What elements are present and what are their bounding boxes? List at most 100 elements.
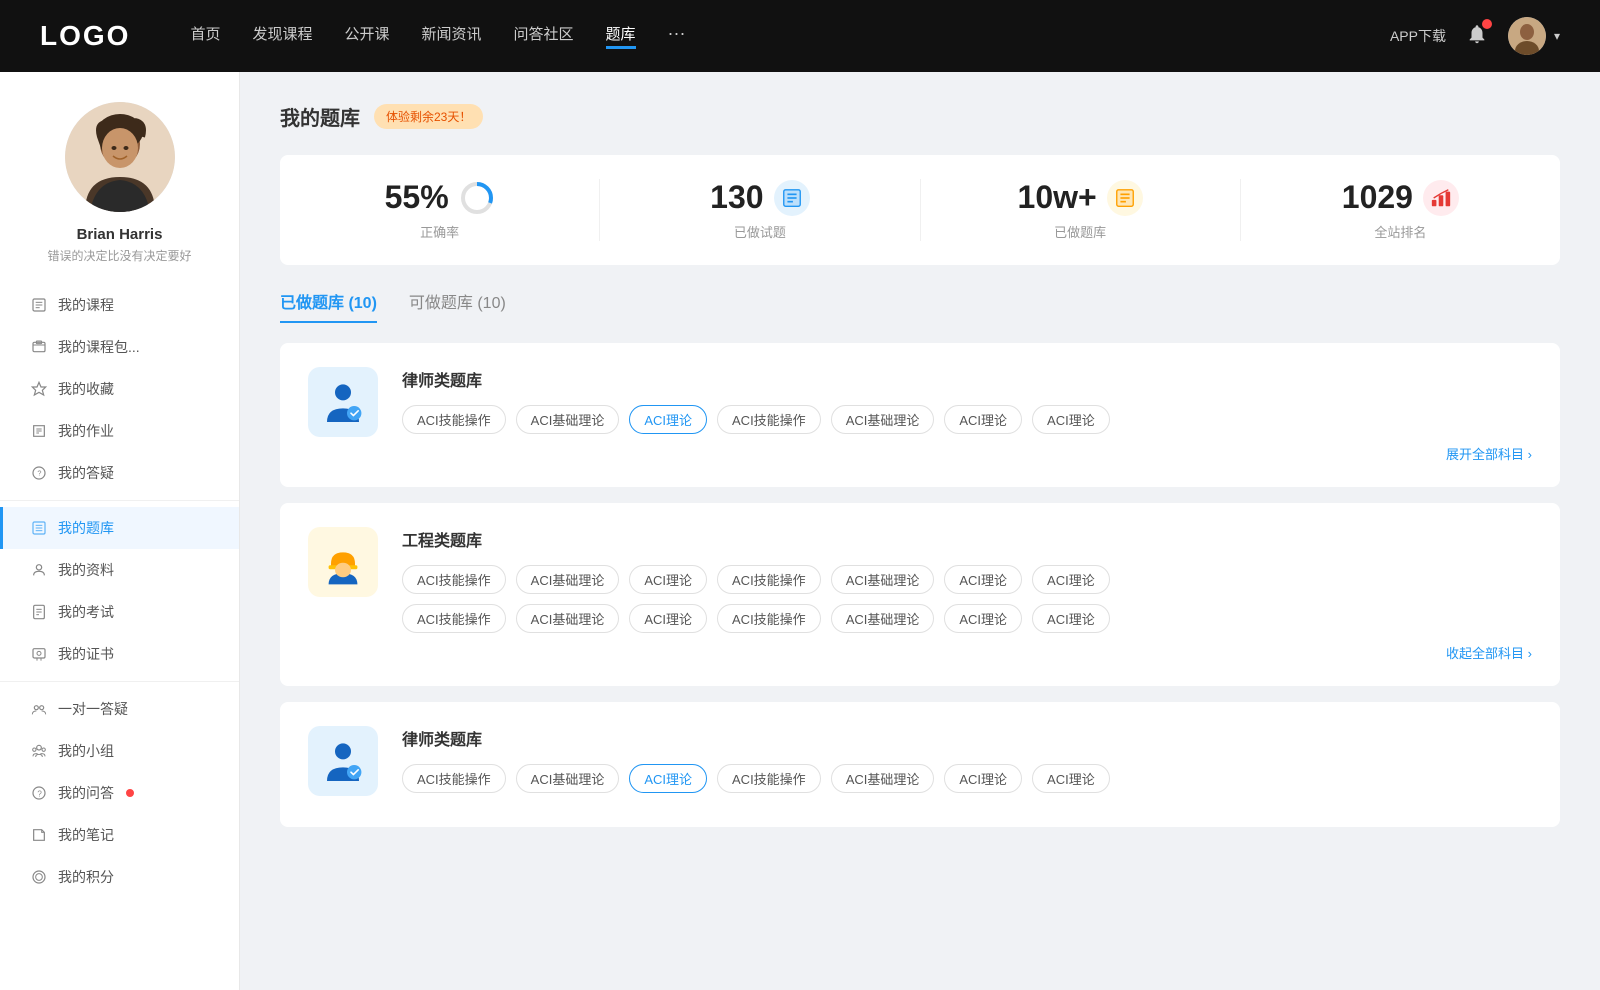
qbank-tag-1-12[interactable]: ACI理论 — [944, 604, 1022, 633]
qbank-tags-1-row1: ACI技能操作 ACI基础理论 ACI理论 ACI技能操作 ACI基础理论 AC… — [402, 565, 1532, 594]
user-avatar-nav[interactable]: ▾ — [1508, 17, 1560, 55]
sidebar-item-my-questions[interactable]: ? 我的问答 — [0, 772, 239, 814]
sidebar-item-profile[interactable]: 我的资料 — [0, 549, 239, 591]
nav-qa[interactable]: 问答社区 — [514, 23, 574, 49]
qbank-tag-2-1[interactable]: ACI基础理论 — [516, 764, 620, 793]
qbank-tag-1-5[interactable]: ACI理论 — [944, 565, 1022, 594]
qbank-tag-1-2[interactable]: ACI理论 — [629, 565, 707, 594]
qbank-tag-0-4[interactable]: ACI基础理论 — [831, 405, 935, 434]
qbank-tag-1-7[interactable]: ACI技能操作 — [402, 604, 506, 633]
svg-text:?: ? — [37, 789, 42, 798]
qbank-tag-0-2[interactable]: ACI理论 — [629, 405, 707, 434]
sidebar-avatar — [65, 102, 175, 212]
nav-qbank[interactable]: 题库 — [606, 23, 636, 49]
sidebar-user-name: Brian Harris — [77, 226, 163, 243]
sidebar-item-qbank[interactable]: 我的题库 — [0, 507, 239, 549]
stat-rank-value: 1029 — [1342, 179, 1413, 216]
qbank-tag-0-6[interactable]: ACI理论 — [1032, 405, 1110, 434]
qbank-tag-1-8[interactable]: ACI基础理论 — [516, 604, 620, 633]
sidebar-item-exam[interactable]: 我的考试 — [0, 591, 239, 633]
qbank-tag-1-11[interactable]: ACI基础理论 — [831, 604, 935, 633]
page-body: Brian Harris 错误的决定比没有决定要好 我的课程 我的课程包... — [0, 72, 1600, 990]
page-title: 我的题库 — [280, 102, 360, 131]
qbank-tag-0-5[interactable]: ACI理论 — [944, 405, 1022, 434]
group-icon — [30, 742, 48, 760]
navbar-right: APP下载 ▾ — [1390, 17, 1560, 55]
accuracy-donut-icon — [459, 180, 495, 216]
sidebar-item-group[interactable]: 我的小组 — [0, 730, 239, 772]
sidebar-points-label: 我的积分 — [58, 867, 114, 887]
nav-opencourse[interactable]: 公开课 — [344, 23, 389, 49]
sidebar-item-notes[interactable]: 我的笔记 — [0, 814, 239, 856]
sidebar-item-qa[interactable]: ? 我的答疑 — [0, 452, 239, 494]
qbank-tag-1-13[interactable]: ACI理论 — [1032, 604, 1110, 633]
note-icon — [30, 826, 48, 844]
qbank-right-1: 工程类题库 ACI技能操作 ACI基础理论 ACI理论 ACI技能操作 ACI基… — [402, 527, 1532, 662]
qbank-card-0: 律师类题库 ACI技能操作 ACI基础理论 ACI理论 ACI技能操作 ACI基… — [280, 343, 1560, 487]
qbank-tag-2-3[interactable]: ACI技能操作 — [717, 764, 821, 793]
qbank-title-2: 律师类题库 — [402, 726, 1532, 750]
qbank-tag-1-9[interactable]: ACI理论 — [629, 604, 707, 633]
nav-news[interactable]: 新闻资讯 — [422, 23, 482, 49]
qbank-tag-2-2[interactable]: ACI理论 — [629, 764, 707, 793]
sidebar-group-label: 我的小组 — [58, 741, 114, 761]
sidebar-item-favorites[interactable]: 我的收藏 — [0, 368, 239, 410]
app-download[interactable]: APP下载 — [1390, 26, 1446, 46]
sidebar-item-homework[interactable]: 我的作业 — [0, 410, 239, 452]
avatar-dropdown-arrow: ▾ — [1554, 29, 1560, 43]
qbank-tag-2-6[interactable]: ACI理论 — [1032, 764, 1110, 793]
collapse-button-1[interactable]: 收起全部科目 › — [402, 643, 1532, 662]
rank-icon — [1423, 180, 1459, 216]
qbank-tag-0-0[interactable]: ACI技能操作 — [402, 405, 506, 434]
sidebar-favorites-label: 我的收藏 — [58, 379, 114, 399]
points-icon — [30, 868, 48, 886]
qbank-tag-1-1[interactable]: ACI基础理论 — [516, 565, 620, 594]
qbank-tag-2-4[interactable]: ACI基础理论 — [831, 764, 935, 793]
course-icon — [30, 296, 48, 314]
questions-badge — [126, 789, 134, 797]
homework-icon — [30, 422, 48, 440]
stat-done-questions-value: 130 — [710, 179, 763, 216]
sidebar-item-points[interactable]: 我的积分 — [0, 856, 239, 898]
qbank-tag-1-4[interactable]: ACI基础理论 — [831, 565, 935, 594]
cert-icon — [30, 645, 48, 663]
tab-available[interactable]: 可做题库 (10) — [409, 289, 506, 323]
qbank-tag-1-10[interactable]: ACI技能操作 — [717, 604, 821, 633]
sidebar-item-package[interactable]: 我的课程包... — [0, 326, 239, 368]
sidebar-oneone-label: 一对一答疑 — [58, 699, 128, 719]
qbank-tag-0-3[interactable]: ACI技能操作 — [717, 405, 821, 434]
nav-discover[interactable]: 发现课程 — [252, 23, 312, 49]
sidebar-notes-label: 我的笔记 — [58, 825, 114, 845]
sidebar-homework-label: 我的作业 — [58, 421, 114, 441]
nav-more[interactable]: ··· — [668, 23, 686, 49]
qbank-tag-2-5[interactable]: ACI理论 — [944, 764, 1022, 793]
tab-done[interactable]: 已做题库 (10) — [280, 289, 377, 323]
qa-icon: ? — [30, 464, 48, 482]
qbank-title-1: 工程类题库 — [402, 527, 1532, 551]
done-questions-icon — [774, 180, 810, 216]
svg-text:?: ? — [37, 469, 41, 478]
sidebar-package-label: 我的课程包... — [58, 337, 140, 357]
nav-home[interactable]: 首页 — [190, 23, 220, 49]
qbank-icon — [30, 519, 48, 537]
qbank-tag-2-0[interactable]: ACI技能操作 — [402, 764, 506, 793]
tabs: 已做题库 (10) 可做题库 (10) — [280, 289, 1560, 323]
qbank-tags-1-row2: ACI技能操作 ACI基础理论 ACI理论 ACI技能操作 ACI基础理论 AC… — [402, 604, 1532, 633]
qbank-tag-0-1[interactable]: ACI基础理论 — [516, 405, 620, 434]
notification-bell[interactable] — [1466, 23, 1488, 50]
stat-rank-label: 全站排名 — [1261, 222, 1540, 241]
stat-accuracy: 55% 正确率 — [280, 179, 600, 241]
sidebar-menu: 我的课程 我的课程包... 我的收藏 我的作业 — [0, 284, 239, 898]
qbank-tag-1-0[interactable]: ACI技能操作 — [402, 565, 506, 594]
qbank-right-2: 律师类题库 ACI技能操作 ACI基础理论 ACI理论 ACI技能操作 ACI基… — [402, 726, 1532, 803]
expand-button-0[interactable]: 展开全部科目 › — [402, 444, 1532, 463]
qbank-tag-1-3[interactable]: ACI技能操作 — [717, 565, 821, 594]
profile-icon — [30, 561, 48, 579]
sidebar-item-cert[interactable]: 我的证书 — [0, 633, 239, 675]
sidebar-item-course[interactable]: 我的课程 — [0, 284, 239, 326]
sidebar-item-oneone[interactable]: 一对一答疑 — [0, 688, 239, 730]
question-icon: ? — [30, 784, 48, 802]
sidebar-exam-label: 我的考试 — [58, 602, 114, 622]
oneone-icon — [30, 700, 48, 718]
qbank-tag-1-6[interactable]: ACI理论 — [1032, 565, 1110, 594]
